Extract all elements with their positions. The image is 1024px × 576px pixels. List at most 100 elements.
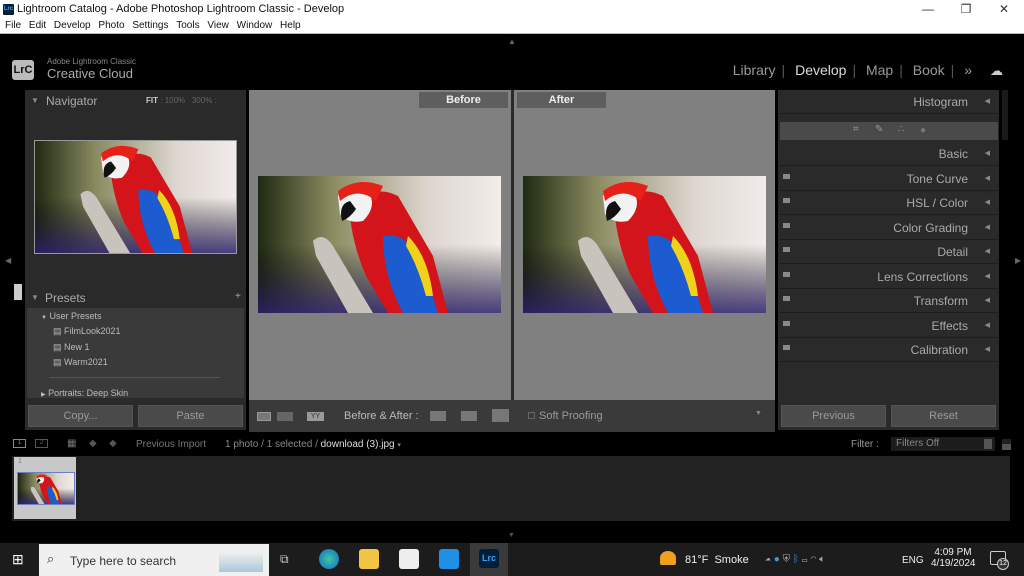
- back-arrow-icon[interactable]: ◆: [89, 438, 97, 449]
- module-library[interactable]: Library: [733, 62, 776, 78]
- before-after-split-icon[interactable]: YY: [307, 412, 324, 421]
- copy-settings-button[interactable]: Copy...: [28, 405, 133, 427]
- task-view-icon[interactable]: ⧉: [280, 552, 289, 567]
- add-preset-icon[interactable]: +: [235, 291, 241, 302]
- module-develop[interactable]: Develop: [795, 62, 846, 78]
- onedrive-icon[interactable]: ☁: [765, 554, 771, 565]
- zoom-fit[interactable]: FIT: [146, 96, 158, 105]
- notifications-icon[interactable]: 12: [990, 551, 1009, 570]
- navigator-collapse-icon[interactable]: ▼: [31, 96, 39, 105]
- menu-view[interactable]: View: [207, 19, 229, 33]
- menu-edit[interactable]: Edit: [29, 19, 46, 33]
- menu-develop[interactable]: Develop: [54, 19, 91, 33]
- collapse-left-panel-icon[interactable]: ◀: [5, 256, 11, 265]
- section-lens-corrections[interactable]: Lens Corrections ◀: [780, 265, 998, 289]
- section-calibration[interactable]: Calibration ◀: [780, 338, 998, 362]
- language-indicator[interactable]: ENG: [902, 555, 924, 566]
- filter-dropdown[interactable]: Filters Off: [891, 437, 995, 451]
- copy-after-to-before-icon[interactable]: [461, 411, 477, 421]
- preset-group-user[interactable]: ▼ User Presets: [41, 311, 101, 321]
- menu-settings[interactable]: Settings: [132, 19, 168, 33]
- paste-settings-button[interactable]: Paste: [138, 405, 243, 427]
- grid-view-icon[interactable]: ▦: [67, 438, 76, 449]
- menu-photo[interactable]: Photo: [98, 19, 124, 33]
- swap-before-after-icon[interactable]: [492, 409, 509, 422]
- filmstrip-source[interactable]: Previous Import: [136, 439, 206, 450]
- module-book[interactable]: Book: [913, 62, 945, 78]
- preset-item[interactable]: ▤ New 1: [53, 342, 90, 353]
- collapse-filmstrip-icon[interactable]: ▼: [508, 532, 515, 539]
- search-icon: ⌕: [47, 551, 55, 566]
- restore-button[interactable]: ❐: [948, 0, 984, 19]
- file-explorer-icon[interactable]: [359, 549, 379, 569]
- section-transform[interactable]: Transform ◀: [780, 289, 998, 313]
- menu-file[interactable]: File: [5, 19, 21, 33]
- cloud-sync-icon[interactable]: ☁: [990, 63, 1008, 78]
- section-basic[interactable]: Basic ◀: [780, 142, 998, 166]
- weather-text[interactable]: 81°F Smoke: [685, 554, 749, 566]
- tool-strip: ⌗ ✎ ∴ ●: [780, 122, 998, 140]
- section-color-grading[interactable]: Color Grading ◀: [780, 216, 998, 240]
- bluetooth-icon[interactable]: ᛒ: [793, 554, 799, 565]
- app-tray-icon[interactable]: ●: [774, 554, 780, 565]
- collapse-top-panel-icon[interactable]: ▲: [508, 37, 516, 46]
- redeye-icon[interactable]: ∴: [898, 124, 904, 135]
- store-icon[interactable]: [399, 549, 419, 569]
- taskbar-search[interactable]: ⌕ Type here to search: [39, 544, 269, 576]
- presets-collapse-icon[interactable]: ▼: [31, 293, 39, 302]
- reset-button[interactable]: Reset: [891, 405, 996, 427]
- right-panel-scrollbar[interactable]: [1002, 90, 1008, 140]
- module-map[interactable]: Map: [866, 62, 893, 78]
- preset-item[interactable]: ▤ Warm2021: [53, 357, 108, 368]
- preset-group-portraits[interactable]: ▶ Portraits: Deep Skin: [41, 388, 128, 398]
- filmstrip-thumbnail[interactable]: 1: [14, 457, 76, 519]
- healing-icon[interactable]: ✎: [875, 124, 883, 135]
- menu-tools[interactable]: Tools: [176, 19, 199, 33]
- previous-button[interactable]: Previous: [781, 405, 886, 427]
- after-photo[interactable]: [523, 176, 766, 313]
- weather-icon[interactable]: [660, 551, 676, 565]
- window-title: Lightroom Catalog - Adobe Photoshop Ligh…: [17, 3, 345, 15]
- zoom-300[interactable]: 300%: [192, 96, 212, 105]
- edge-icon[interactable]: [319, 549, 339, 569]
- zoom-100[interactable]: 100%: [165, 96, 185, 105]
- section-detail[interactable]: Detail ◀: [780, 240, 998, 264]
- dropdown-arrow-icon: [984, 439, 992, 449]
- copy-before-to-after-icon[interactable]: [430, 411, 446, 421]
- battery-icon[interactable]: ▭: [802, 554, 808, 565]
- security-icon[interactable]: ⛨: [783, 554, 791, 565]
- collapse-right-panel-icon[interactable]: ▶: [1015, 256, 1021, 265]
- filmstrip-toggle-icon[interactable]: [1002, 439, 1011, 450]
- left-panel-scrollbar[interactable]: [14, 284, 22, 300]
- secondary-window-button[interactable]: 2: [35, 439, 48, 448]
- wifi-icon[interactable]: ◠: [810, 554, 816, 565]
- volume-icon[interactable]: 🔈︎: [819, 554, 825, 565]
- more-modules-icon[interactable]: »: [964, 62, 972, 78]
- navigator-preview[interactable]: [34, 140, 237, 254]
- close-button[interactable]: ✕: [986, 0, 1022, 19]
- menu-window[interactable]: Window: [237, 19, 273, 33]
- clock[interactable]: 4:09 PM 4/19/2024: [931, 547, 976, 569]
- before-photo[interactable]: [258, 176, 501, 313]
- section-effects[interactable]: Effects ◀: [780, 314, 998, 338]
- toolbar-menu-icon[interactable]: ▼: [755, 410, 762, 417]
- windows-start-icon[interactable]: ⊞: [12, 552, 24, 566]
- histogram-header[interactable]: Histogram ◀: [780, 90, 998, 114]
- forward-arrow-icon[interactable]: ◆: [109, 438, 117, 449]
- lightroom-taskbar-button[interactable]: Lrc: [470, 543, 508, 576]
- section-tone-curve[interactable]: Tone Curve ◀: [780, 167, 998, 191]
- parrot-photo: [523, 176, 766, 313]
- preset-item[interactable]: ▤ FilmLook2021: [53, 326, 121, 337]
- masking-icon[interactable]: ●: [920, 125, 926, 136]
- before-after-view-icon[interactable]: [277, 412, 293, 421]
- menu-help[interactable]: Help: [280, 19, 301, 33]
- crop-icon[interactable]: ⌗: [853, 124, 859, 135]
- parrot-photo: [35, 141, 236, 253]
- soft-proofing-checkbox[interactable]: [528, 412, 535, 419]
- loupe-view-icon[interactable]: [257, 412, 271, 421]
- expand-icon: ◀: [984, 98, 990, 105]
- minimize-button[interactable]: —: [910, 0, 946, 19]
- mail-icon[interactable]: [439, 549, 459, 569]
- section-hsl-color[interactable]: HSL / Color ◀: [780, 191, 998, 215]
- primary-window-button[interactable]: 1: [13, 439, 26, 448]
